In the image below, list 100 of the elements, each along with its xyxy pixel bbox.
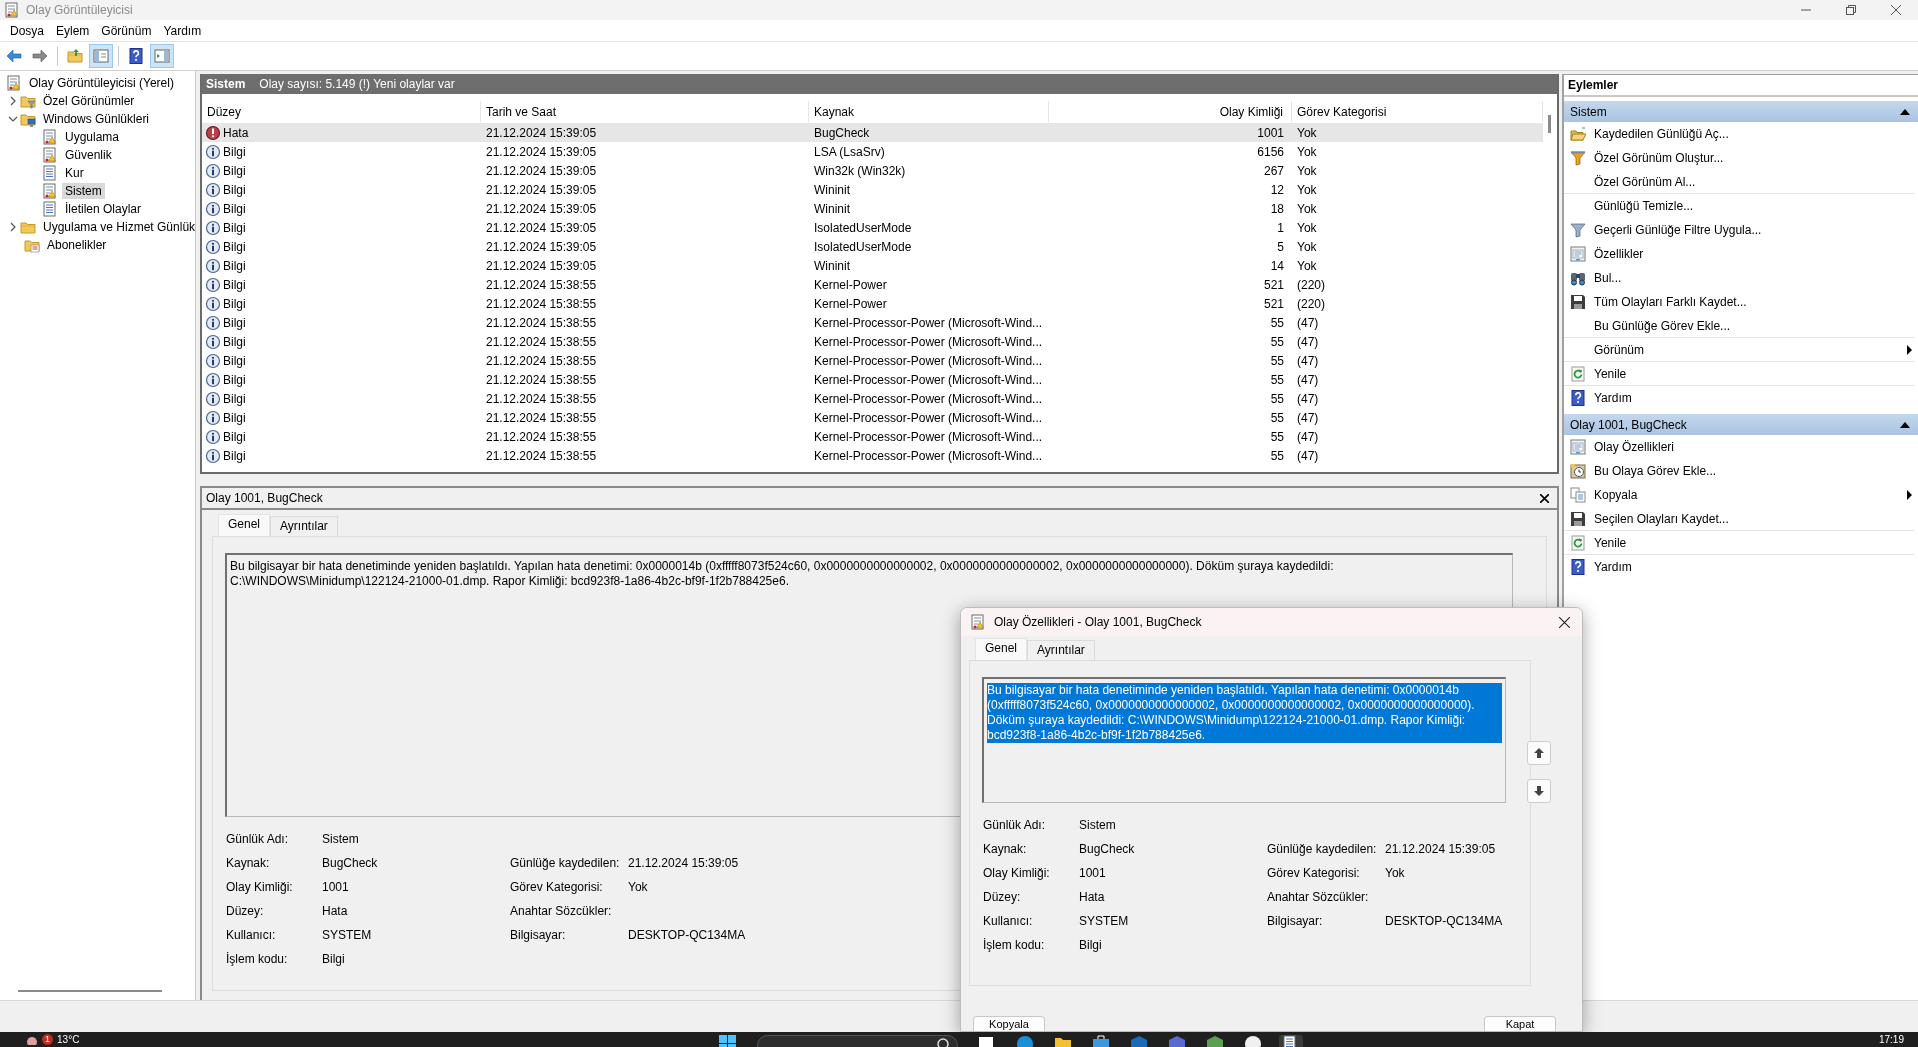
table-cell-text: Yok xyxy=(1296,125,1318,140)
table-cell-text: Kernel-Processor-Power (Microsoft-Wind... xyxy=(813,334,1044,349)
info-icon xyxy=(205,276,221,293)
section-header[interactable]: Olay 1001, BugCheck xyxy=(1564,414,1918,435)
field-value: Bilgi xyxy=(322,952,346,966)
tree-item[interactable]: Uygulama xyxy=(62,129,123,145)
restore-icon[interactable] xyxy=(1845,5,1856,15)
task-view-icon[interactable] xyxy=(977,1035,996,1047)
computer-folder-icon xyxy=(20,111,36,127)
menu-item[interactable]: Eylem xyxy=(50,21,96,40)
action-link[interactable]: Özellikler xyxy=(1594,247,1914,261)
action-link[interactable]: Yenile xyxy=(1594,535,1914,550)
table-cell: Bilgi xyxy=(223,410,246,425)
field-value: SYSTEM xyxy=(322,928,373,942)
tree-item[interactable]: Özel Görünümler xyxy=(40,93,138,109)
table-cell-text: 14 xyxy=(1269,258,1285,273)
tab[interactable]: Genel xyxy=(975,638,1028,660)
tab[interactable]: Genel xyxy=(218,514,271,536)
collapse-triangle-icon[interactable] xyxy=(1900,108,1910,115)
edge-icon[interactable] xyxy=(1015,1035,1034,1047)
action-link[interactable]: Yardım xyxy=(1594,391,1914,405)
tree-item[interactable]: Sistem xyxy=(62,183,105,199)
dialog-button[interactable]: Kapat xyxy=(1484,1016,1556,1031)
bag-icon[interactable] xyxy=(1091,1035,1110,1047)
tree-item[interactable]: Abonelikler xyxy=(44,237,110,253)
action-link[interactable]: Seçilen Olayları Kaydet... xyxy=(1594,511,1914,526)
table-cell-text: (220) xyxy=(1296,296,1326,311)
action-link[interactable]: Bu Günlüğe Görev Ekle... xyxy=(1594,318,1914,333)
action-link[interactable]: Bu Olaya Görev Ekle... xyxy=(1594,464,1914,478)
action-link[interactable]: Geçerli Günlüğe Filtre Uygula... xyxy=(1594,223,1914,237)
action-link[interactable]: Günlüğü Temizle... xyxy=(1594,199,1914,213)
action-link[interactable]: Kaydedilen Günlüğü Aç... xyxy=(1594,127,1914,141)
table-cell-text: Yok xyxy=(1296,163,1318,178)
action-link[interactable]: Olay Özellikleri xyxy=(1594,440,1914,454)
dialog-button[interactable]: Kopyala xyxy=(973,1016,1045,1031)
field-label: İşlem kodu: xyxy=(226,952,289,966)
table-cell-text: 55 xyxy=(1269,429,1285,444)
column-header[interactable]: Görev Kategorisi xyxy=(1292,101,1543,122)
clock-time: 17:19 xyxy=(1878,1033,1905,1045)
action-link[interactable]: Özel Görünüm Al... xyxy=(1594,174,1914,189)
table-cell-text: (220) xyxy=(1296,277,1326,292)
folder-icon[interactable] xyxy=(1053,1035,1072,1047)
table-cell-text: 21.12.2024 15:39:05 xyxy=(485,239,598,254)
info-icon xyxy=(205,428,221,445)
menu-item[interactable]: Dosya xyxy=(4,21,50,40)
close-icon[interactable] xyxy=(1540,493,1549,503)
menu-item[interactable]: Yardım xyxy=(157,21,208,40)
column-header[interactable]: Olay Kimliği xyxy=(1049,101,1292,122)
field-label: Anahtar Sözcükler: xyxy=(510,904,613,918)
tab[interactable]: Ayrıntılar xyxy=(270,516,338,536)
action-link[interactable]: Kopyala xyxy=(1594,488,1907,502)
field-value: Hata xyxy=(1079,890,1106,904)
field-value: 1001 xyxy=(1079,866,1107,880)
action-link[interactable]: Görünüm xyxy=(1594,342,1907,357)
cube-icon[interactable] xyxy=(1205,1035,1224,1047)
circle-app-icon[interactable] xyxy=(1243,1035,1262,1047)
close-icon[interactable] xyxy=(1890,5,1901,15)
action-link[interactable]: Yenile xyxy=(1594,366,1914,381)
app-icon xyxy=(970,614,986,630)
close-icon[interactable] xyxy=(1559,616,1570,628)
column-header[interactable]: Tarih ve Saat xyxy=(481,101,809,122)
field-label: Kaynak: xyxy=(226,856,271,870)
field-value: Sistem xyxy=(322,832,360,846)
section-header[interactable]: Sistem xyxy=(1564,101,1918,122)
cube-icon[interactable] xyxy=(1167,1035,1186,1047)
description-text-box[interactable] xyxy=(982,677,1506,803)
action-link[interactable]: Bul... xyxy=(1594,271,1914,285)
table-cell-text: (47) xyxy=(1296,448,1320,463)
collapse-triangle-icon[interactable] xyxy=(1900,421,1910,428)
table-cell-text: (47) xyxy=(1296,315,1320,330)
tree-item[interactable]: Windows Günlükleri xyxy=(40,111,153,127)
table-cell: Bilgi xyxy=(223,163,246,178)
tree-item[interactable]: Olay Görüntüleyicisi (Yerel) xyxy=(26,75,177,91)
field-label: Günlük Adı: xyxy=(226,832,290,846)
submenu-arrow-icon[interactable] xyxy=(1907,344,1912,355)
action-link[interactable]: Tüm Olayları Farklı Kaydet... xyxy=(1594,295,1914,309)
action-link[interactable]: Özel Görünüm Oluştur... xyxy=(1594,151,1914,165)
action-link[interactable]: Yardım xyxy=(1594,560,1914,574)
tree-item[interactable]: Kur xyxy=(62,165,87,181)
tree-item[interactable]: İletilen Olaylar xyxy=(62,201,145,217)
menu-item[interactable]: Görünüm xyxy=(95,21,158,40)
temperature-text: 13°C xyxy=(57,1034,80,1045)
table-cell-text: 12 xyxy=(1269,182,1285,197)
column-header[interactable]: Düzey xyxy=(202,101,481,122)
submenu-arrow-icon[interactable] xyxy=(1907,490,1912,500)
table-cell-text: 21.12.2024 15:38:55 xyxy=(485,277,598,292)
tree-item[interactable]: Güvenlik xyxy=(62,147,115,163)
table-cell-text: (47) xyxy=(1296,429,1320,444)
column-header[interactable]: Kaynak xyxy=(809,101,1049,122)
table-cell: Bilgi xyxy=(223,448,246,463)
clock-task-icon xyxy=(1570,463,1586,479)
next-event-button[interactable] xyxy=(1527,779,1551,803)
forward-arrow-icon xyxy=(32,48,48,64)
tab[interactable]: Ayrıntılar xyxy=(1027,640,1095,660)
tree-item[interactable]: Uygulama ve Hizmet Günlük xyxy=(40,219,195,235)
table-cell: Bilgi xyxy=(223,315,246,330)
folder-up-icon xyxy=(67,48,83,64)
envelope-icon[interactable] xyxy=(1129,1035,1148,1047)
previous-event-button[interactable] xyxy=(1527,741,1551,765)
windows-logo-icon[interactable] xyxy=(718,1035,737,1047)
